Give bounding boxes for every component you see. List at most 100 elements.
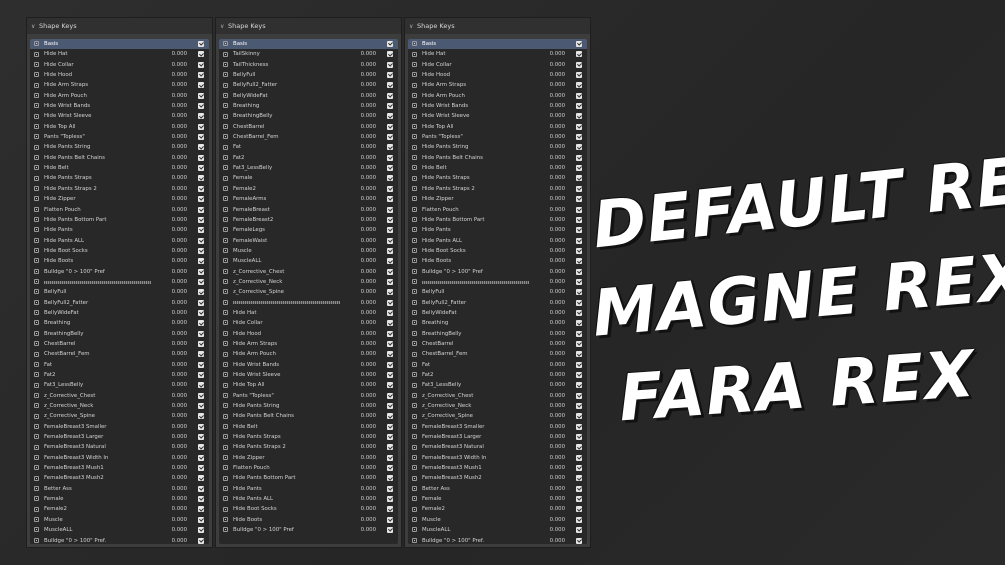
shape-key-value[interactable]: 0.000 [159,205,187,215]
checkbox-checked-icon[interactable] [576,268,582,275]
shape-key-value[interactable]: 0.000 [537,504,565,514]
checkbox-checked-icon[interactable] [387,216,393,223]
shape-key-row[interactable]: Hide Pants 0.000 [219,484,398,494]
shape-key-value[interactable]: 0.000 [537,101,565,111]
checkbox-checked-icon[interactable] [387,351,393,358]
shape-key-row[interactable]: Bulldge "0 > 100" Pref 0.000 [30,267,209,277]
checkbox-checked-icon[interactable] [576,175,582,182]
shape-key-row[interactable]: Fat 0.000 [30,360,209,370]
shape-key-row[interactable]: Hide Hat 0.000 [30,49,209,59]
checkbox-checked-icon[interactable] [198,185,204,192]
checkbox-checked-icon[interactable] [576,413,582,420]
shape-key-value[interactable]: 0.000 [159,184,187,194]
shape-key-row[interactable]: Hide Collar 0.000 [219,318,398,328]
shape-key-row[interactable]: FemaleBreast3 Natural 0.000 [30,442,209,452]
shape-key-value[interactable]: 0.000 [159,432,187,442]
checkbox-checked-icon[interactable] [576,392,582,399]
checkbox-checked-icon[interactable] [198,165,204,172]
shape-key-row[interactable]: Hide Pants ALL 0.000 [219,494,398,504]
checkbox-checked-icon[interactable] [387,475,393,482]
shape-key-row[interactable]: Hide Hood 0.000 [219,329,398,339]
shape-key-value[interactable]: 0.000 [159,142,187,152]
shape-key-row[interactable]: Hide Pants Straps 2 0.000 [408,184,587,194]
checkbox-checked-icon[interactable] [387,320,393,327]
checkbox-checked-icon[interactable] [387,465,393,472]
shape-key-row[interactable]: Pants "Topless" 0.000 [219,391,398,401]
shape-key-value[interactable]: 0.000 [348,70,376,80]
shape-key-value[interactable]: 0.000 [537,401,565,411]
checkbox-checked-icon[interactable] [387,237,393,244]
shape-key-value[interactable]: 0.000 [348,205,376,215]
checkbox-checked-icon[interactable] [576,454,582,461]
shape-key-value[interactable]: 0.000 [348,215,376,225]
shape-key-value[interactable]: 0.000 [159,70,187,80]
shape-key-value[interactable]: 0.000 [537,80,565,90]
checkbox-checked-icon[interactable] [576,351,582,358]
shape-key-row[interactable]: Hide Boot Socks 0.000 [408,246,587,256]
shape-key-row[interactable]: FemaleBreast3 Smaller 0.000 [408,422,587,432]
shape-key-value[interactable]: 0.000 [537,236,565,246]
shape-key-value[interactable]: 0.000 [348,380,376,390]
shape-key-row[interactable]: Female 0.000 [219,173,398,183]
shape-key-value[interactable]: 0.000 [159,298,187,308]
chevron-down-icon[interactable]: ∨ [409,19,417,34]
shape-key-value[interactable]: 0.000 [348,267,376,277]
checkbox-checked-icon[interactable] [198,289,204,296]
shape-key-row[interactable]: BellyFull2_Fatter 0.000 [219,80,398,90]
shape-key-row[interactable]: Female 0.000 [408,494,587,504]
checkbox-checked-icon[interactable] [576,320,582,327]
shape-key-row[interactable]: Hide Pants Bottom Part 0.000 [30,215,209,225]
checkbox-checked-icon[interactable] [387,113,393,120]
checkbox-checked-icon[interactable] [576,330,582,337]
shape-key-value[interactable]: 0.000 [537,298,565,308]
checkbox-checked-icon[interactable] [198,444,204,451]
panel-header[interactable]: ∨ Shape Keys [216,18,401,34]
shape-key-row-divider[interactable]: 0.000 [408,277,587,287]
shape-key-row[interactable]: Fat 0.000 [219,142,398,152]
shape-key-row[interactable]: Hide Hat 0.000 [408,49,587,59]
checkbox-checked-icon[interactable] [387,247,393,254]
shape-key-row[interactable]: Hide Arm Straps 0.000 [219,339,398,349]
shape-key-value[interactable]: 0.000 [537,246,565,256]
shape-key-row[interactable]: Hide Wrist Sleeve 0.000 [219,370,398,380]
checkbox-checked-icon[interactable] [198,475,204,482]
shape-key-row[interactable]: TailThickness 0.000 [219,60,398,70]
shape-key-value[interactable]: 0.000 [159,380,187,390]
shape-key-value[interactable]: 0.000 [159,329,187,339]
checkbox-checked-icon[interactable] [198,278,204,285]
shape-key-value[interactable]: 0.000 [348,308,376,318]
checkbox-checked-icon[interactable] [576,103,582,110]
shape-key-value[interactable]: 0.000 [159,132,187,142]
checkbox-checked-icon[interactable] [198,196,204,203]
shape-key-row[interactable]: Hide Boot Socks 0.000 [30,246,209,256]
checkbox-checked-icon[interactable] [387,258,393,265]
checkbox-checked-icon[interactable] [387,403,393,410]
shape-key-value[interactable]: 0.000 [348,442,376,452]
shape-key-value[interactable]: 0.000 [159,453,187,463]
checkbox-checked-icon[interactable] [387,41,393,47]
shape-key-value[interactable]: 0.000 [348,422,376,432]
shape-key-value[interactable]: 0.000 [159,173,187,183]
checkbox-checked-icon[interactable] [387,103,393,110]
checkbox-checked-icon[interactable] [387,496,393,503]
checkbox-checked-icon[interactable] [576,247,582,254]
checkbox-checked-icon[interactable] [387,196,393,203]
shape-key-row[interactable]: Hide Arm Straps 0.000 [30,80,209,90]
shape-key-value[interactable]: 0.000 [537,339,565,349]
shape-key-value[interactable]: 0.000 [537,463,565,473]
shape-key-row[interactable]: Pants "Topless" 0.000 [408,132,587,142]
shape-key-row[interactable]: ChestBarrel_Fem 0.000 [30,349,209,359]
checkbox-checked-icon[interactable] [576,185,582,192]
shape-key-value[interactable]: 0.000 [537,194,565,204]
checkbox-checked-icon[interactable] [576,41,582,47]
shape-key-value[interactable]: 0.000 [159,484,187,494]
shape-key-row[interactable]: Hide Boots 0.000 [219,515,398,525]
shape-key-value[interactable]: 0.000 [537,308,565,318]
shape-key-row[interactable]: z_Corrective_Spine 0.000 [219,287,398,297]
shape-key-row[interactable]: BellyFull2_Fatter 0.000 [30,298,209,308]
shape-key-value[interactable]: 0.000 [537,411,565,421]
checkbox-checked-icon[interactable] [387,485,393,492]
shape-key-value[interactable]: 0.000 [348,287,376,297]
shape-key-value[interactable]: 0.000 [537,484,565,494]
shape-key-value[interactable]: 0.000 [537,329,565,339]
